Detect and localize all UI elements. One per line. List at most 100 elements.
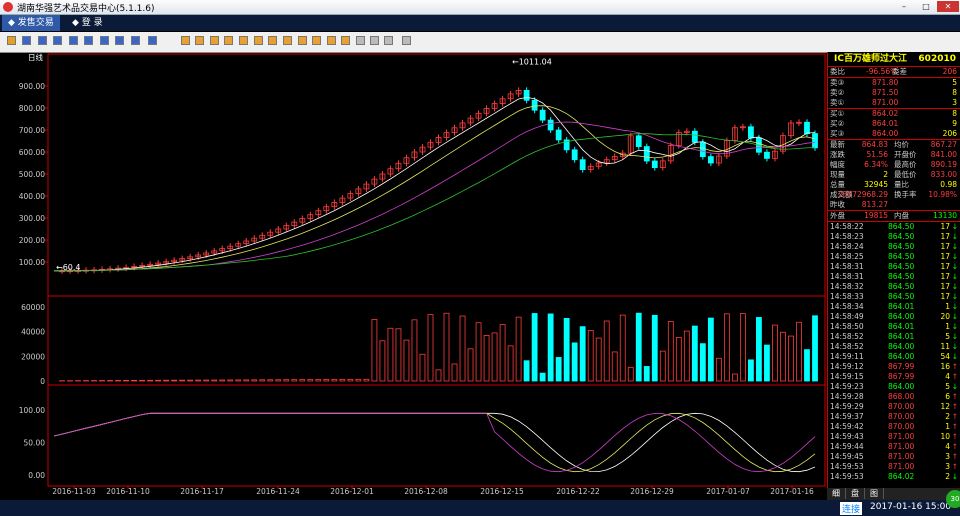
menu-item-trade[interactable]: ◆ 发售交易	[2, 15, 60, 31]
trade-tick-row: 14:59:42 870.00 1 ↑	[828, 422, 960, 432]
quote-cell: 14:58:24	[830, 242, 864, 251]
quote-cell: 864.02	[888, 472, 915, 481]
f7-icon[interactable]	[268, 36, 278, 45]
quote-cell: 14:58:50	[830, 322, 864, 331]
close-button[interactable]: ✕	[937, 1, 959, 12]
volume-bar	[723, 313, 730, 382]
line-chart-icon[interactable]	[22, 36, 32, 45]
quote-cell: ↓	[951, 252, 958, 261]
bar-chart-icon[interactable]	[37, 36, 47, 45]
minimize-button[interactable]: –	[893, 1, 915, 12]
volume-bar	[275, 379, 282, 382]
candle	[804, 121, 810, 134]
f1-icon[interactable]	[180, 36, 190, 45]
stat-row: 昨收 813.27	[828, 200, 960, 211]
stat-row: 最新 864.83 均价 867.27	[828, 140, 960, 150]
quote-cell: ↓	[951, 222, 958, 231]
quote-cell: 17	[940, 292, 950, 301]
quote-cell: 14:59:23	[830, 382, 864, 391]
period-3-icon[interactable]	[99, 36, 109, 45]
quote-cell: 卖③	[830, 78, 845, 87]
quote-cell: 864.02	[872, 109, 899, 118]
volume-bar	[515, 316, 522, 382]
quote-cell: 量比	[894, 180, 909, 189]
trade-tick-row: 14:59:53 864.02 2 ↓	[828, 472, 960, 482]
period-6-icon[interactable]	[147, 36, 157, 45]
maximize-button[interactable]: □	[915, 1, 937, 12]
volume-bar	[267, 379, 274, 382]
candle	[764, 151, 770, 159]
f8-icon[interactable]	[282, 36, 292, 45]
indicator-line	[53, 412, 816, 473]
quote-cell: 864.50	[888, 242, 915, 251]
volume-tick-label: 40000	[21, 328, 45, 337]
f3-icon[interactable]	[209, 36, 219, 45]
zoom-out-icon[interactable]	[369, 36, 379, 45]
f10-icon[interactable]	[312, 36, 322, 45]
f9-icon[interactable]	[297, 36, 307, 45]
trade-tick-row: 14:59:28 868.00 6 ↑	[828, 392, 960, 402]
quote-cell: 3	[945, 462, 950, 471]
candle-chart-icon[interactable]	[6, 36, 16, 45]
volume-bar	[643, 366, 650, 382]
draw-icon[interactable]	[383, 36, 393, 45]
volume-bar	[315, 379, 322, 382]
calendar-icon[interactable]	[53, 36, 63, 45]
zoom-in-icon[interactable]	[356, 36, 366, 45]
f4-icon[interactable]	[224, 36, 234, 45]
f12-icon[interactable]	[341, 36, 351, 45]
bid-row: 买① 864.02 8	[828, 109, 960, 119]
f5-icon[interactable]	[239, 36, 249, 45]
title-bar: 湖南华强艺术品交易中心(5.1.1.6) – □ ✕	[0, 0, 960, 15]
trade-tick-row: 14:58:34 864.01 1 ↓	[828, 302, 960, 312]
quote-cell: ↓	[951, 342, 958, 351]
quote-cell: 864.01	[888, 332, 915, 341]
quote-cell: 4	[945, 372, 950, 381]
volume-bar	[667, 321, 674, 382]
quote-cell: 864.00	[888, 352, 915, 361]
notification-badge[interactable]: 30	[946, 490, 960, 508]
f11-icon[interactable]	[326, 36, 336, 45]
volume-bar	[459, 315, 466, 382]
quote-cell: 17	[940, 272, 950, 281]
settings-icon[interactable]	[401, 36, 411, 45]
volume-bar	[691, 325, 698, 382]
quote-cell: 867.99	[888, 372, 915, 381]
tab-detail[interactable]: 细	[827, 488, 846, 499]
f6-icon[interactable]	[253, 36, 263, 45]
trade-tick-row: 14:59:53 871.00 3 ↑	[828, 462, 960, 472]
period-4-icon[interactable]	[115, 36, 125, 45]
volume-bar	[579, 326, 586, 382]
candle	[748, 126, 754, 139]
quote-cell: 17	[940, 262, 950, 271]
quote-cell: 买③	[830, 129, 845, 138]
tab-book[interactable]: 盘	[846, 488, 865, 499]
quote-tabs: 细盘图	[827, 488, 960, 500]
quote-cell: 9	[952, 119, 957, 128]
volume-tick-label: 0	[40, 377, 45, 386]
quote-cell: 871.00	[888, 442, 915, 451]
quote-cell: 昨收	[830, 200, 845, 209]
quote-cell: 864.83	[861, 140, 888, 149]
volume-bar	[772, 324, 778, 382]
volume-bar	[171, 379, 178, 382]
f2-icon[interactable]	[195, 36, 205, 45]
volume-bar	[283, 379, 290, 382]
kline-chart[interactable]: 日线 900.00 800.00 700.00 600.00 500.00 400.00 30…	[0, 52, 827, 500]
candle	[699, 141, 706, 158]
candle	[571, 149, 578, 161]
tab-chart[interactable]: 图	[865, 488, 884, 499]
outer-inner-row: 外盘 19815 内盘 13130	[828, 211, 960, 222]
volume-bar	[235, 379, 242, 382]
period-1-icon[interactable]	[68, 36, 78, 45]
quote-cell: 864.50	[888, 232, 915, 241]
period-5-icon[interactable]	[130, 36, 140, 45]
quote-cell: ↓	[951, 312, 958, 321]
menu-item-login[interactable]: ◆ 登 录	[66, 15, 109, 31]
volume-bar	[355, 378, 362, 382]
volume-bar	[395, 328, 402, 382]
candle	[651, 160, 658, 169]
period-2-icon[interactable]	[84, 36, 94, 45]
quote-cell: 1	[945, 302, 950, 311]
bid-row: 买③ 864.00 206	[828, 129, 960, 140]
